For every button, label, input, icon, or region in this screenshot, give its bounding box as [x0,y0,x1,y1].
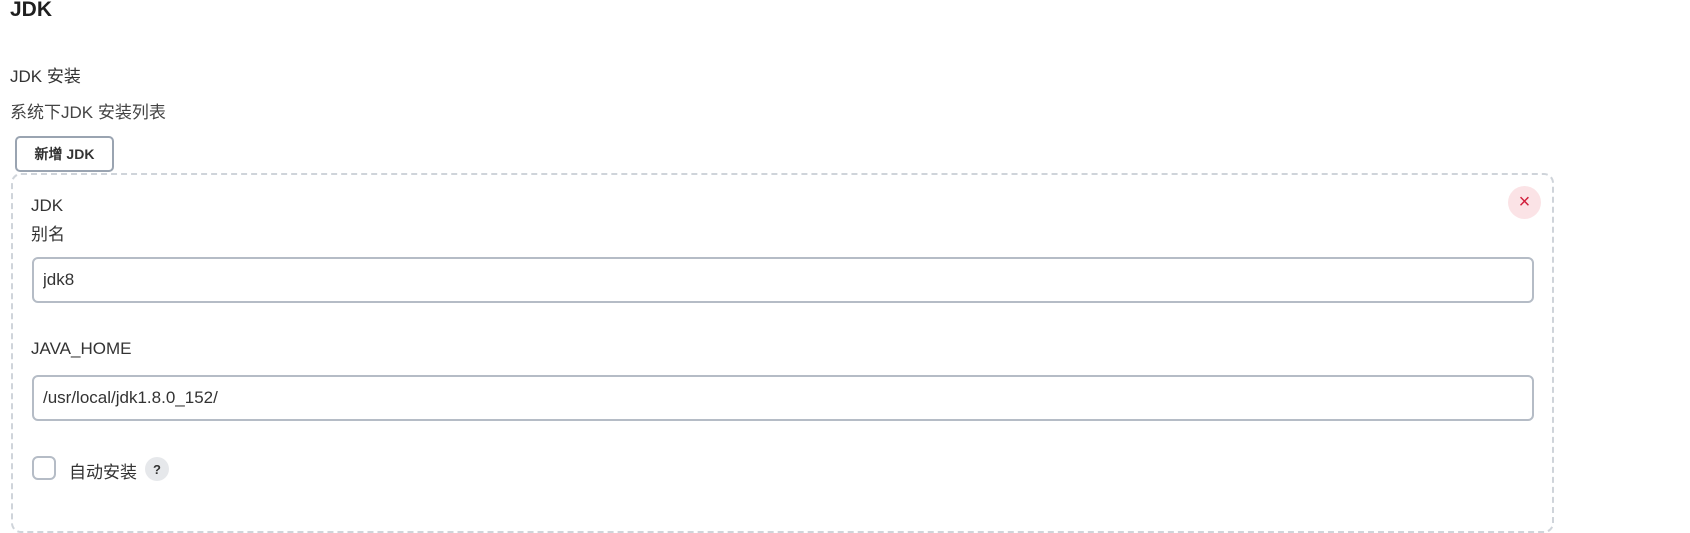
jdk-entry-card [11,173,1554,533]
section-title: JDK [10,0,53,21]
help-icon: ? [153,461,161,477]
help-button[interactable]: ? [145,457,169,481]
jdk-install-label: JDK 安装 [10,67,81,86]
auto-install-label: 自动安装 [69,463,137,482]
jdk-entry-type-label: JDK [31,196,64,215]
close-icon: × [1518,191,1531,213]
alias-input[interactable] [32,257,1534,303]
jdk-list-description: 系统下JDK 安装列表 [10,103,166,122]
remove-jdk-button[interactable]: × [1508,186,1541,219]
java-home-input[interactable] [32,375,1534,421]
java-home-label: JAVA_HOME [31,339,132,358]
alias-label: 别名 [31,225,65,244]
add-jdk-button[interactable]: 新增 JDK [15,136,114,172]
auto-install-checkbox[interactable] [32,456,56,480]
